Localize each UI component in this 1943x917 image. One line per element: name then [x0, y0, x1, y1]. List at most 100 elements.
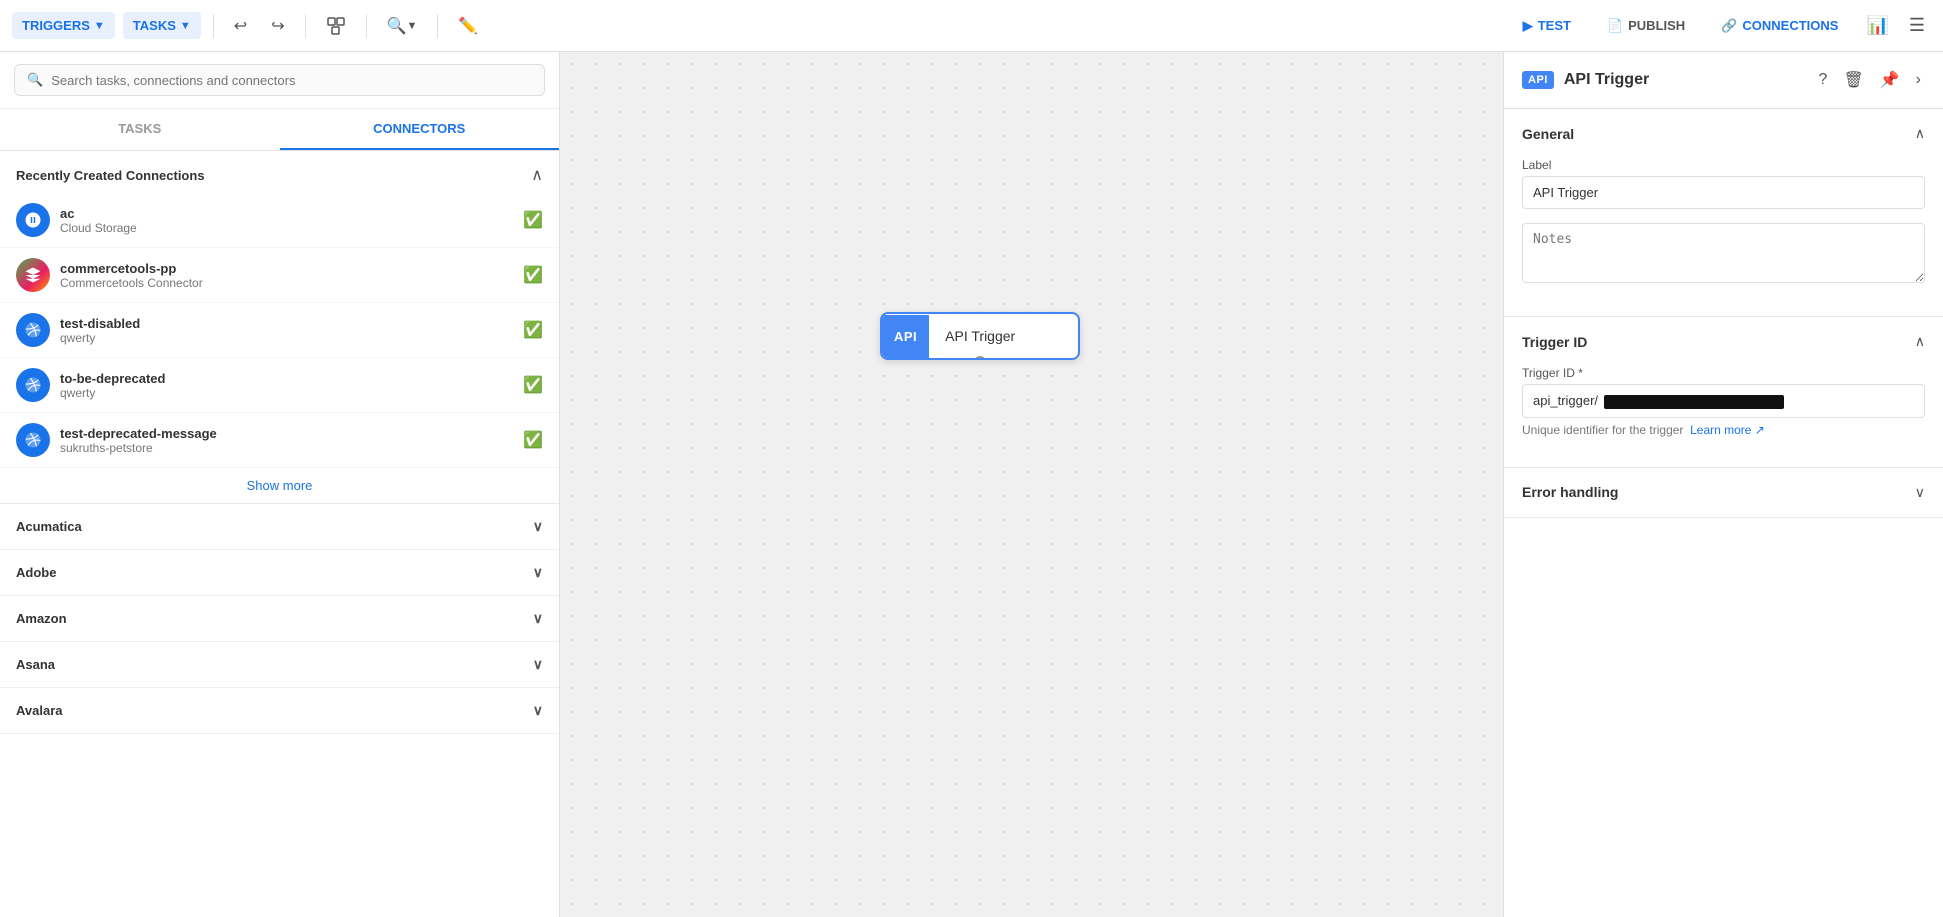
- trigger-id-hint: Unique identifier for the trigger Learn …: [1522, 423, 1925, 437]
- settings-button[interactable]: ✏️: [450, 10, 486, 42]
- right-panel: API API Trigger ? 🗑 📌 › General ∧ Label: [1503, 52, 1943, 917]
- category-adobe[interactable]: Adobe ∨: [0, 550, 559, 596]
- connection-name: to-be-deprecated: [60, 371, 513, 386]
- topbar-right: ▶ TEST 📄 PUBLISH 🔗 CONNECTIONS 📊 ☰: [1509, 11, 1931, 40]
- list-item[interactable]: test-deprecated-message sukruths-petstor…: [0, 413, 559, 468]
- category-label: Asana: [16, 657, 55, 672]
- status-badge: ✅: [523, 265, 543, 285]
- connections-button[interactable]: 🔗 CONNECTIONS: [1707, 12, 1852, 40]
- category-label: Avalara: [16, 703, 63, 718]
- trigger-id-row: api_trigger/: [1522, 384, 1925, 418]
- category-avalara[interactable]: Avalara ∨: [0, 688, 559, 734]
- notes-textarea[interactable]: [1522, 223, 1925, 283]
- trigger-id-masked: [1604, 395, 1784, 409]
- redo-button[interactable]: ↪: [263, 10, 292, 42]
- general-title: General: [1522, 126, 1574, 142]
- notes-field: [1522, 223, 1925, 286]
- publish-button[interactable]: 📄 PUBLISH: [1593, 12, 1699, 40]
- search-bar: 🔍: [0, 52, 559, 109]
- connection-info-commercetools: commercetools-pp Commercetools Connector: [60, 261, 513, 290]
- trigger-id-field: Trigger ID * api_trigger/ Unique identif…: [1522, 366, 1925, 437]
- category-asana[interactable]: Asana ∨: [0, 642, 559, 688]
- triggers-chevron-icon: ▼: [94, 20, 105, 32]
- tasks-chevron-icon: ▼: [180, 20, 191, 32]
- trigger-id-value: [1604, 385, 1924, 417]
- list-item[interactable]: commercetools-pp Commercetools Connector…: [0, 248, 559, 303]
- panel-title: API Trigger: [1564, 71, 1805, 89]
- chevron-up-icon: ∧: [1915, 125, 1925, 142]
- error-handling-section: Error handling ∨: [1504, 468, 1943, 518]
- recently-created-header[interactable]: Recently Created Connections ∧: [0, 151, 559, 193]
- zoom-chevron-icon: ▼: [407, 20, 418, 32]
- category-amazon[interactable]: Amazon ∨: [0, 596, 559, 642]
- trigger-id-section: Trigger ID ∧ Trigger ID * api_trigger/ U…: [1504, 317, 1943, 468]
- connection-info-test-deprecated: test-deprecated-message sukruths-petstor…: [60, 426, 513, 455]
- status-badge: ✅: [523, 430, 543, 450]
- menu-button[interactable]: ☰: [1903, 11, 1931, 40]
- tasks-button[interactable]: TASKS ▼: [123, 12, 201, 39]
- chevron-down-icon: ∨: [533, 518, 543, 535]
- connection-icon-test-disabled: [16, 313, 50, 347]
- recently-created-section: Recently Created Connections ∧ ac Cloud …: [0, 151, 559, 504]
- chevron-down-icon: ∨: [533, 564, 543, 581]
- collapse-icon: ∧: [531, 165, 543, 185]
- label-field: Label: [1522, 158, 1925, 209]
- api-trigger-badge: API: [882, 315, 929, 358]
- connection-sub: qwerty: [60, 331, 513, 345]
- chevron-down-icon: ∨: [533, 702, 543, 719]
- canvas-area[interactable]: API API Trigger: [560, 52, 1503, 917]
- connection-name: test-disabled: [60, 316, 513, 331]
- chevron-down-icon: ∨: [1915, 484, 1925, 501]
- connections-label: CONNECTIONS: [1742, 18, 1838, 33]
- category-label: Amazon: [16, 611, 67, 626]
- undo-button[interactable]: ↩: [226, 10, 255, 42]
- tab-connectors[interactable]: CONNECTORS: [280, 109, 560, 150]
- sidebar: 🔍 TASKS CONNECTORS Recently Created Conn…: [0, 52, 560, 917]
- chevron-down-icon: ∨: [533, 656, 543, 673]
- learn-more-link[interactable]: Learn more ↗: [1690, 423, 1765, 437]
- recently-created-title: Recently Created Connections: [16, 168, 205, 183]
- list-item[interactable]: ac Cloud Storage ✅: [0, 193, 559, 248]
- connection-icon-ac: [16, 203, 50, 237]
- list-item[interactable]: to-be-deprecated qwerty ✅: [0, 358, 559, 413]
- test-label: TEST: [1538, 18, 1571, 33]
- connection-name: ac: [60, 206, 513, 221]
- delete-button[interactable]: 🗑: [1839, 68, 1867, 92]
- main-layout: 🔍 TASKS CONNECTORS Recently Created Conn…: [0, 52, 1943, 917]
- zoom-icon: 🔍: [387, 16, 407, 36]
- search-input[interactable]: [51, 73, 532, 88]
- analytics-button[interactable]: 📊: [1860, 11, 1894, 40]
- api-trigger-label: API Trigger: [929, 314, 1031, 358]
- tabs-row: TASKS CONNECTORS: [0, 109, 559, 151]
- triggers-button[interactable]: TRIGGERS ▼: [12, 12, 115, 39]
- publish-label: PUBLISH: [1628, 18, 1685, 33]
- api-trigger-node[interactable]: API API Trigger: [880, 312, 1080, 360]
- error-handling-header[interactable]: Error handling ∨: [1504, 468, 1943, 517]
- status-badge: ✅: [523, 320, 543, 340]
- help-button[interactable]: ?: [1815, 68, 1832, 92]
- category-acumatica[interactable]: Acumatica ∨: [0, 504, 559, 550]
- expand-button[interactable]: ›: [1912, 68, 1925, 92]
- separator-1: [213, 14, 214, 38]
- layout-button[interactable]: [318, 10, 354, 42]
- category-label: Adobe: [16, 565, 56, 580]
- label-input[interactable]: [1522, 176, 1925, 209]
- panel-header-icons: ? 🗑 📌 ›: [1815, 68, 1925, 92]
- trigger-id-header[interactable]: Trigger ID ∧: [1504, 317, 1943, 366]
- status-badge: ✅: [523, 210, 543, 230]
- zoom-button[interactable]: 🔍 ▼: [379, 10, 426, 42]
- status-badge: ✅: [523, 375, 543, 395]
- topbar: TRIGGERS ▼ TASKS ▼ ↩ ↪ 🔍 ▼ ✏️ ▶ TEST 📄 P…: [0, 0, 1943, 52]
- tab-tasks[interactable]: TASKS: [0, 109, 280, 150]
- test-button[interactable]: ▶ TEST: [1509, 12, 1585, 40]
- list-item[interactable]: test-disabled qwerty ✅: [0, 303, 559, 358]
- pin-button[interactable]: 📌: [1876, 68, 1904, 92]
- show-more-link[interactable]: Show more: [0, 468, 559, 503]
- connection-info-to-be-deprecated: to-be-deprecated qwerty: [60, 371, 513, 400]
- wand-icon: ✏️: [458, 16, 478, 36]
- search-icon: 🔍: [27, 72, 43, 88]
- general-header[interactable]: General ∧: [1504, 109, 1943, 158]
- error-handling-title: Error handling: [1522, 484, 1618, 500]
- connection-info-test-disabled: test-disabled qwerty: [60, 316, 513, 345]
- triggers-label: TRIGGERS: [22, 18, 90, 33]
